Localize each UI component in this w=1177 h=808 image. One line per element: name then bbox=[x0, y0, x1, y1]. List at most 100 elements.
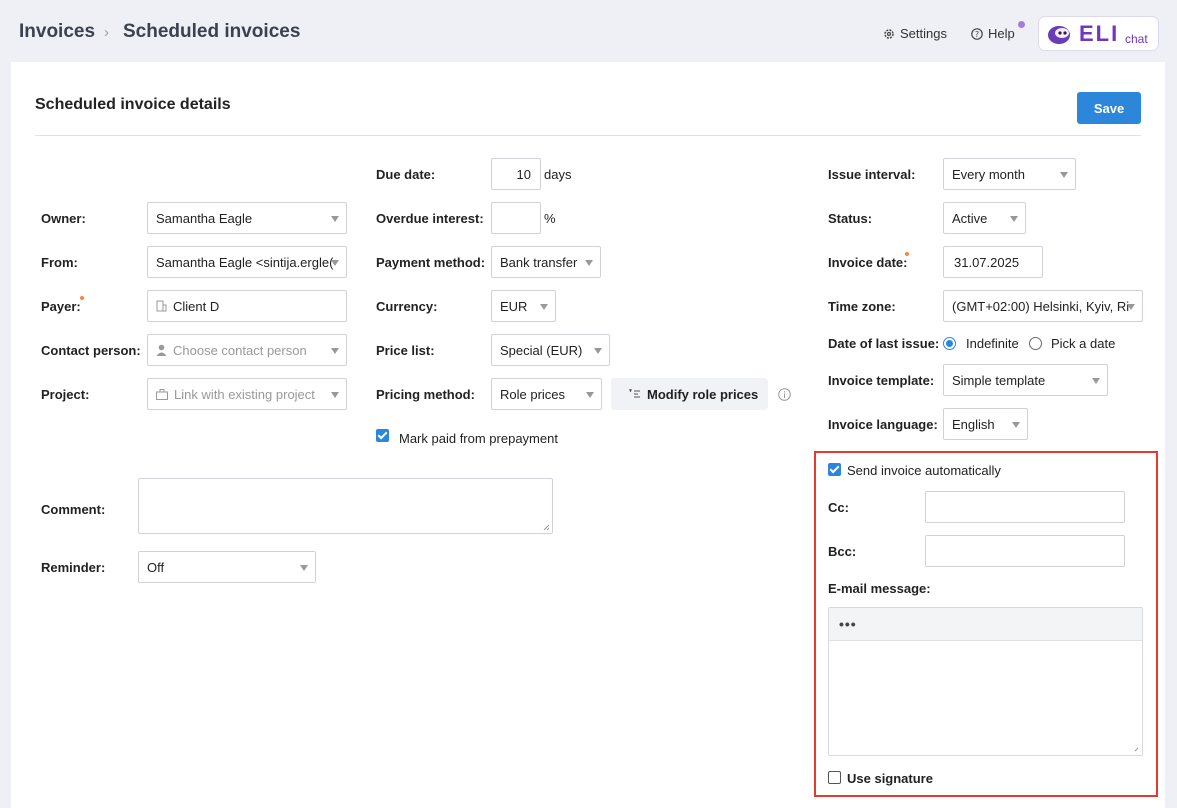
eli-mascot-icon bbox=[1048, 26, 1070, 44]
chevron-down-icon bbox=[585, 260, 593, 266]
mark-paid-label: Mark paid from prepayment bbox=[399, 431, 558, 446]
breadcrumb-root[interactable]: Invoices bbox=[19, 21, 95, 43]
pricing-method-value: Role prices bbox=[500, 386, 566, 402]
list-edit-icon bbox=[629, 389, 640, 398]
breadcrumb-current: Scheduled invoices bbox=[123, 21, 301, 42]
chevron-down-icon bbox=[540, 304, 548, 310]
settings-label: Settings bbox=[900, 26, 947, 41]
send-automatically-checkbox[interactable] bbox=[828, 463, 841, 476]
send-automatically-label: Send invoice automatically bbox=[847, 463, 1001, 478]
issue-interval-select[interactable]: Every month bbox=[943, 158, 1076, 190]
eli-chat-button[interactable]: ELI chat bbox=[1038, 16, 1159, 51]
save-button[interactable]: Save bbox=[1077, 92, 1141, 124]
comment-textarea[interactable] bbox=[138, 478, 553, 534]
chevron-down-icon bbox=[1012, 422, 1020, 428]
price-list-value: Special (EUR) bbox=[500, 342, 583, 358]
settings-link[interactable]: Settings bbox=[883, 26, 947, 41]
status-select[interactable]: Active bbox=[943, 202, 1026, 234]
invoice-date-label: Invoice date: bbox=[828, 255, 908, 270]
reminder-select[interactable]: Off bbox=[138, 551, 316, 583]
resize-handle-icon[interactable] bbox=[543, 524, 550, 531]
modify-role-prices-label: Modify role prices bbox=[647, 386, 759, 402]
chevron-down-icon bbox=[1092, 378, 1100, 384]
eli-brand: ELI bbox=[1079, 21, 1120, 46]
email-message-label: E-mail message: bbox=[828, 581, 931, 596]
invoice-template-label: Invoice template: bbox=[828, 373, 935, 388]
required-dot bbox=[905, 252, 909, 256]
help-link[interactable]: ? Help bbox=[971, 26, 1015, 41]
svg-text:?: ? bbox=[975, 30, 979, 39]
building-icon bbox=[156, 300, 167, 312]
editor-toolbar: ••• bbox=[829, 608, 1142, 641]
invoice-language-select[interactable]: English bbox=[943, 408, 1028, 440]
page-title: Scheduled invoice details bbox=[35, 96, 231, 113]
breadcrumb-separator: › bbox=[104, 24, 109, 41]
resize-handle-icon[interactable] bbox=[1134, 747, 1139, 752]
from-value: Samantha Eagle <sintija.ergle( bbox=[156, 254, 334, 270]
cc-input[interactable] bbox=[925, 491, 1125, 523]
time-zone-label: Time zone: bbox=[828, 299, 896, 314]
info-icon[interactable] bbox=[778, 388, 791, 401]
bcc-input[interactable] bbox=[925, 535, 1125, 567]
chevron-down-icon bbox=[1127, 304, 1135, 310]
payment-method-value: Bank transfer bbox=[500, 254, 578, 270]
comment-label: Comment: bbox=[41, 502, 106, 517]
issue-interval-value: Every month bbox=[952, 166, 1025, 182]
status-value: Active bbox=[952, 210, 988, 226]
owner-select[interactable]: Samantha Eagle bbox=[147, 202, 347, 234]
payer-label: Payer: bbox=[41, 299, 81, 314]
overdue-interest-suffix: % bbox=[544, 211, 556, 226]
indefinite-radio[interactable] bbox=[943, 337, 956, 350]
due-date-input[interactable]: 10 bbox=[491, 158, 541, 190]
payment-method-select[interactable]: Bank transfer bbox=[491, 246, 601, 278]
payer-input[interactable]: Client D bbox=[147, 290, 347, 322]
chevron-down-icon bbox=[331, 260, 339, 266]
from-label: From: bbox=[41, 255, 78, 270]
reminder-label: Reminder: bbox=[41, 560, 106, 575]
currency-label: Currency: bbox=[376, 299, 438, 314]
email-message-body[interactable] bbox=[839, 650, 1129, 740]
chevron-down-icon bbox=[1010, 216, 1018, 222]
currency-select[interactable]: EUR bbox=[491, 290, 556, 322]
payment-method-label: Payment method: bbox=[376, 255, 486, 270]
contact-person-select[interactable]: Choose contact person bbox=[147, 334, 347, 366]
invoice-template-value: Simple template bbox=[952, 372, 1046, 388]
owner-label: Owner: bbox=[41, 211, 86, 226]
time-zone-select[interactable]: (GMT+02:00) Helsinki, Kyiv, Ri bbox=[943, 290, 1143, 322]
price-list-select[interactable]: Special (EUR) bbox=[491, 334, 610, 366]
owner-value: Samantha Eagle bbox=[156, 210, 253, 226]
project-label: Project: bbox=[41, 387, 90, 402]
briefcase-icon bbox=[156, 388, 168, 400]
use-signature-checkbox[interactable] bbox=[828, 771, 841, 784]
overdue-interest-input[interactable] bbox=[491, 202, 541, 234]
due-date-label: Due date: bbox=[376, 167, 436, 182]
more-options-icon[interactable]: ••• bbox=[839, 616, 857, 632]
price-list-label: Price list: bbox=[376, 343, 435, 358]
chevron-down-icon bbox=[300, 565, 308, 571]
project-placeholder: Link with existing project bbox=[174, 386, 315, 402]
pricing-method-label: Pricing method: bbox=[376, 387, 475, 402]
modify-role-prices-button[interactable]: Modify role prices bbox=[611, 378, 768, 410]
status-label: Status: bbox=[828, 211, 873, 226]
email-message-editor[interactable]: ••• bbox=[828, 607, 1143, 756]
person-icon bbox=[156, 344, 167, 356]
due-date-suffix: days bbox=[544, 167, 572, 182]
invoice-language-value: English bbox=[952, 416, 995, 432]
pricing-method-select[interactable]: Role prices bbox=[491, 378, 602, 410]
from-select[interactable]: Samantha Eagle <sintija.ergle( bbox=[147, 246, 347, 278]
issue-interval-label: Issue interval: bbox=[828, 167, 916, 182]
chevron-down-icon bbox=[1060, 172, 1068, 178]
project-select[interactable]: Link with existing project bbox=[147, 378, 347, 410]
chevron-down-icon bbox=[586, 392, 594, 398]
mark-paid-checkbox[interactable] bbox=[376, 429, 389, 442]
top-bar: Invoices › Scheduled invoices Settings ?… bbox=[0, 0, 1177, 62]
pick-date-label: Pick a date bbox=[1051, 336, 1116, 351]
time-zone-value: (GMT+02:00) Helsinki, Kyiv, Ri bbox=[952, 298, 1130, 314]
invoice-template-select[interactable]: Simple template bbox=[943, 364, 1108, 396]
currency-value: EUR bbox=[500, 298, 528, 314]
pick-date-radio[interactable] bbox=[1029, 337, 1042, 350]
contact-person-placeholder: Choose contact person bbox=[173, 342, 307, 358]
last-issue-label: Date of last issue: bbox=[828, 336, 940, 351]
invoice-date-input[interactable]: 31.07.2025 bbox=[943, 246, 1043, 278]
contact-person-label: Contact person: bbox=[41, 343, 141, 358]
